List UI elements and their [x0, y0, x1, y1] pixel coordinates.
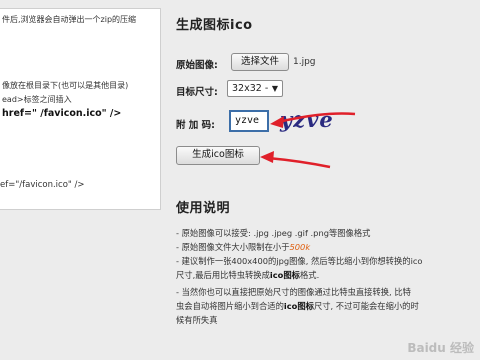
watermark: Baidu 经验 — [407, 341, 474, 355]
arrow-to-captcha-icon — [270, 112, 356, 128]
annotation-arrows — [260, 112, 356, 169]
arrow-to-generate-button-icon — [260, 151, 331, 169]
